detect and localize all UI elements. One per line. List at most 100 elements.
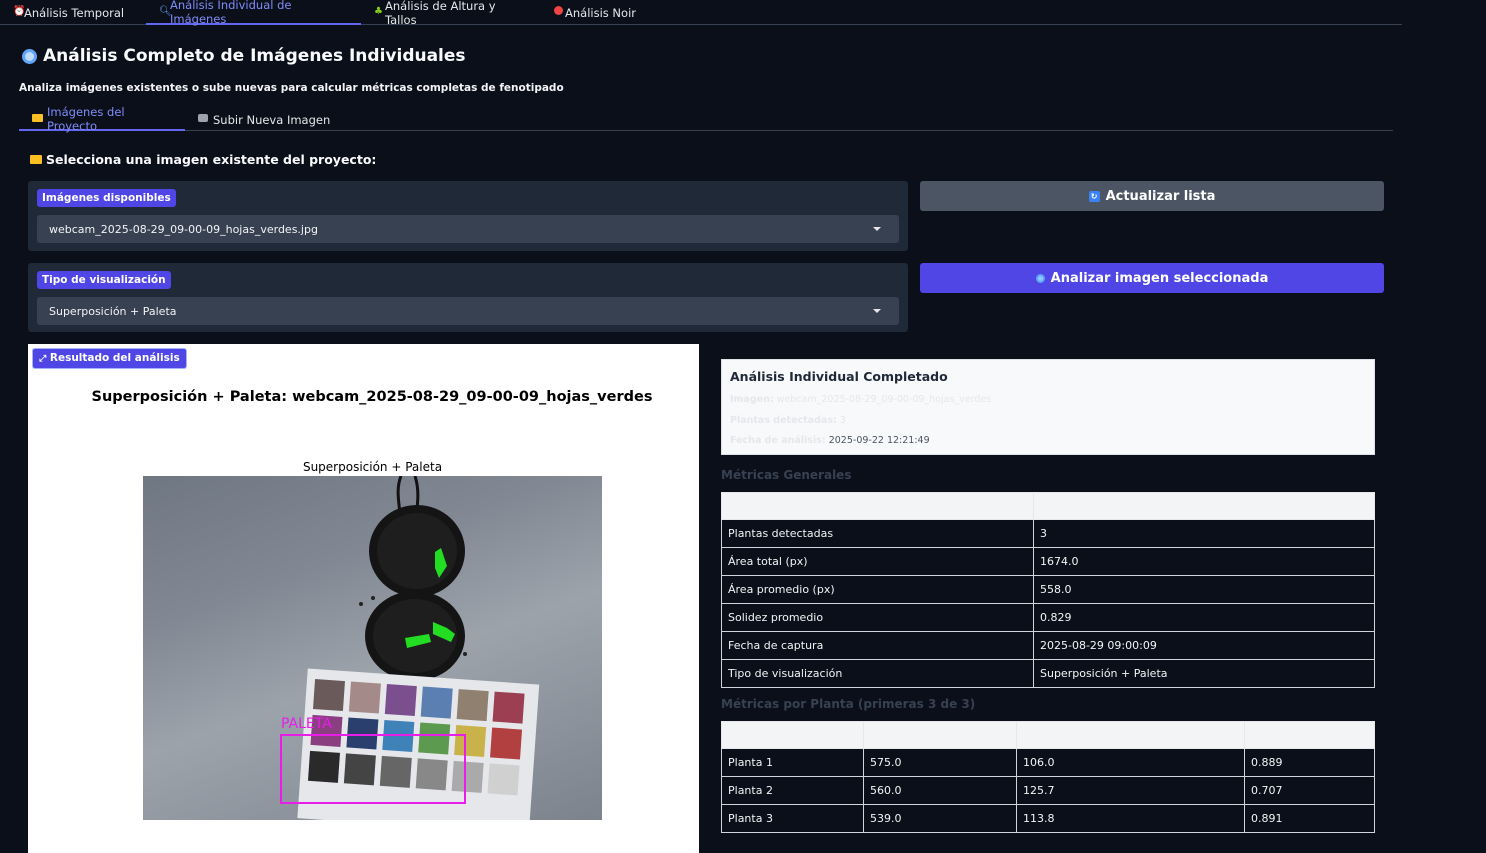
general-metrics-table: Métrica Valor Plantas detectadas 3 Área t… <box>721 492 1375 688</box>
seedling-icon: ♣ <box>374 6 383 17</box>
metric-value: 1674.0 <box>1033 547 1375 576</box>
analyze-image-button[interactable]: Analizar imagen seleccionada <box>920 263 1384 293</box>
summary-image-key: Imagen: <box>730 394 774 405</box>
general-metrics-heading: Métricas Generales <box>721 468 852 482</box>
sub-tab-bar: Imágenes del Proyecto Subir Nueva Imagen <box>19 104 1393 133</box>
table-header-row: Métrica Valor <box>721 492 1375 520</box>
images-dropdown[interactable]: webcam_2025-08-29_09-00-09_hojas_verdes.… <box>37 215 899 243</box>
table-row: Planta 1 575.0 106.0 0.889 <box>721 748 1375 777</box>
plant-perimeter: 125.7 <box>1016 776 1245 805</box>
metric-name: Solidez promedio <box>721 603 1034 632</box>
tab-label: Subir Nueva Imagen <box>213 112 331 127</box>
axes-title: Superposición + Paleta <box>302 460 443 474</box>
metric-value: 558.0 <box>1033 575 1375 604</box>
table-header-row: Planta Área (px) Perímetro (px) Solidez <box>721 721 1375 749</box>
camera-icon <box>198 114 208 125</box>
tab-label: Análisis Individual de Imágenes <box>170 0 292 26</box>
analysis-image-graphic: PALETA <box>280 476 540 820</box>
tab-analisis-altura[interactable]: ♣ Análisis de Altura y Tallos <box>361 0 541 27</box>
tab-label: Imágenes del Proyecto <box>47 104 125 133</box>
plant-solidity: 0.889 <box>1244 748 1375 777</box>
images-select-block: Imágenes disponibles webcam_2025-08-29_0… <box>28 181 908 251</box>
magnifier-icon <box>1035 273 1045 283</box>
tab-imagenes-proyecto[interactable]: Imágenes del Proyecto <box>19 104 185 133</box>
metric-name: Tipo de visualización <box>721 659 1034 688</box>
summary-image-value: webcam_2025-08-29_09-00-09_hojas_verdes <box>776 394 992 405</box>
summary-date-row: Fecha de análisis: 2025-09-22 12:21:49 <box>730 435 930 446</box>
column-header: Planta <box>721 721 864 749</box>
plant-perimeter: 106.0 <box>1016 748 1245 777</box>
view-type-dropdown-value: Superposición + Paleta <box>49 304 177 318</box>
palette-label: PALETA <box>281 716 332 732</box>
tab-subir-imagen[interactable]: Subir Nueva Imagen <box>185 108 342 131</box>
table-row: Área promedio (px) 558.0 <box>721 575 1375 604</box>
figure-title: Superposición + Paleta: webcam_2025-08-2… <box>91 389 653 405</box>
page-title-text: Análisis Completo de Imágenes Individual… <box>43 46 466 66</box>
metric-value: 2025-08-29 09:00:09 <box>1033 631 1375 660</box>
metric-value: Superposición + Paleta <box>1033 659 1375 688</box>
table-row: Solidez promedio 0.829 <box>721 603 1375 632</box>
metric-name: Fecha de captura <box>721 631 1034 660</box>
magnifier-icon <box>22 48 37 64</box>
selector-heading-text: Selecciona una imagen existente del proy… <box>46 152 377 167</box>
plant-perimeter: 113.8 <box>1016 804 1245 833</box>
column-header: Solidez <box>1244 721 1375 749</box>
summary-date-value: 2025-09-22 12:21:49 <box>828 435 930 446</box>
summary-date-key: Fecha de análisis: <box>730 435 826 446</box>
summary-plants-row: Plantas detectadas: 3 <box>730 415 846 426</box>
tab-label: Análisis de Altura y Tallos <box>385 0 496 27</box>
metric-name: Plantas detectadas <box>721 519 1034 548</box>
result-image-panel: ⤢ Resultado del análisis Superposición +… <box>28 344 699 853</box>
plant-area: 539.0 <box>863 804 1017 833</box>
tab-analisis-individual[interactable]: 🔍︎ Análisis Individual de Imágenes <box>146 0 361 26</box>
metric-value: 0.829 <box>1033 603 1375 632</box>
tab-analisis-temporal[interactable]: ⏰ Análisis Temporal <box>0 0 146 25</box>
column-header: Métrica <box>721 492 1034 520</box>
column-header: Valor <box>1033 492 1375 520</box>
tab-analisis-noir[interactable]: Análisis Noir <box>541 0 651 25</box>
plant-name: Planta 1 <box>721 748 864 777</box>
plant-metrics-heading: Métricas por Planta (primeras 3 de 3) <box>721 697 976 711</box>
summary-image-row: Imagen: webcam_2025-08-29_09-00-09_hojas… <box>730 394 991 405</box>
plant-name: Planta 2 <box>721 776 864 805</box>
result-badge-label: Resultado del análisis <box>49 352 180 364</box>
page-title: Análisis Completo de Imágenes Individual… <box>22 46 466 66</box>
alarm-clock-icon: ⏰ <box>13 6 26 17</box>
refresh-icon: ↻ <box>1088 190 1100 202</box>
chevron-down-icon <box>873 227 881 231</box>
refresh-list-button[interactable]: ↻ Actualizar lista <box>920 181 1384 211</box>
metric-name: Área total (px) <box>721 547 1034 576</box>
table-row: Plantas detectadas 3 <box>721 519 1375 548</box>
result-badge: ⤢ Resultado del análisis <box>32 348 187 369</box>
page-subtitle: Analiza imágenes existentes o sube nueva… <box>19 82 564 94</box>
analyze-image-label: Analizar imagen seleccionada <box>1050 270 1269 286</box>
view-type-label: Tipo de visualización <box>37 271 171 289</box>
top-tab-bar: ⏰ Análisis Temporal 🔍︎ Análisis Individu… <box>0 0 1402 27</box>
selector-heading: Selecciona una imagen existente del proy… <box>30 152 376 167</box>
folder-icon <box>32 114 43 125</box>
column-header: Área (px) <box>863 721 1017 749</box>
images-select-label: Imágenes disponibles <box>37 189 176 207</box>
column-header: Perímetro (px) <box>1016 721 1245 749</box>
tab-label: Análisis Noir <box>565 5 636 20</box>
table-row: Planta 3 539.0 113.8 0.891 <box>721 804 1375 833</box>
plant-solidity: 0.891 <box>1244 804 1375 833</box>
metric-value: 3 <box>1033 519 1375 548</box>
metric-name: Área promedio (px) <box>721 575 1034 604</box>
analysis-image: PALETA <box>143 476 602 820</box>
table-row: Tipo de visualización Superposición + Pal… <box>721 659 1375 688</box>
table-row: Fecha de captura 2025-08-29 09:00:09 <box>721 631 1375 660</box>
plant-metrics-table: Planta Área (px) Perímetro (px) Solidez … <box>721 721 1375 833</box>
magnifier-icon: 🔍︎ <box>159 6 172 17</box>
plant-area: 560.0 <box>863 776 1017 805</box>
view-type-select-block: Tipo de visualización Superposición + Pa… <box>28 263 908 332</box>
analysis-summary-card: Análisis Individual Completado Imagen: w… <box>721 359 1375 455</box>
refresh-list-label: Actualizar lista <box>1105 188 1216 204</box>
summary-title: Análisis Individual Completado <box>730 369 948 384</box>
table-row: Área total (px) 1674.0 <box>721 547 1375 576</box>
plant-name: Planta 3 <box>721 804 864 833</box>
plant-solidity: 0.707 <box>1244 776 1375 805</box>
view-type-dropdown[interactable]: Superposición + Paleta <box>37 297 899 325</box>
chevron-down-icon <box>873 309 881 313</box>
folder-icon <box>30 155 42 164</box>
